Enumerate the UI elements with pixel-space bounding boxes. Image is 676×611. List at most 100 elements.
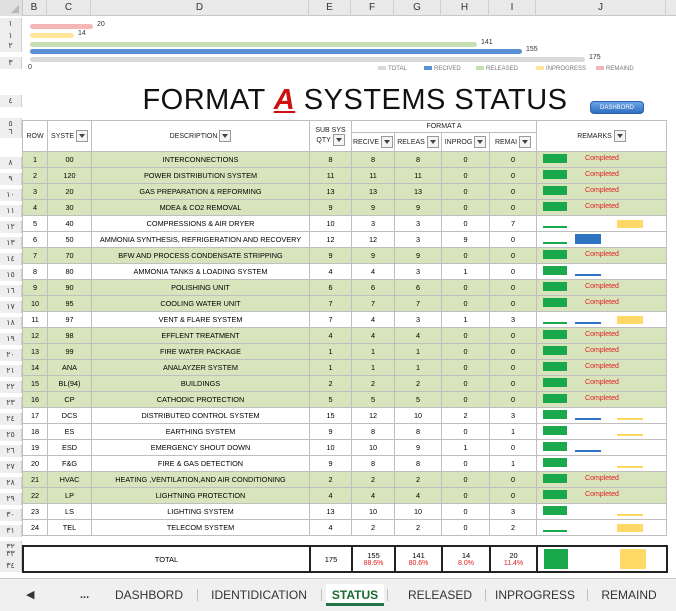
cell-released[interactable]: 9 xyxy=(394,247,442,264)
cell-inprogress[interactable]: 0 xyxy=(441,167,490,184)
cell-remain[interactable]: 1 xyxy=(488,455,538,472)
cell-system[interactable]: 97 xyxy=(47,311,92,328)
row-number[interactable]: ٣١ xyxy=(0,525,22,537)
cell-remarks[interactable] xyxy=(536,215,668,232)
cell-qty[interactable]: 8 xyxy=(309,151,352,168)
cell-description[interactable]: BFW AND PROCESS CONDENSATE STRIPPING xyxy=(91,247,310,264)
cell-remarks[interactable]: Completed xyxy=(536,359,668,376)
cell-remarks[interactable] xyxy=(536,263,668,280)
cell-description[interactable]: INTERCONNECTIONS xyxy=(91,151,310,168)
cell-inprogress[interactable]: 1 xyxy=(441,263,490,280)
cell-system[interactable]: LP xyxy=(47,487,92,504)
cell-remarks[interactable] xyxy=(536,423,668,440)
cell-released[interactable]: 8 xyxy=(394,151,442,168)
cell-remain[interactable]: 0 xyxy=(488,167,538,184)
cell-remarks[interactable]: Completed xyxy=(536,343,668,360)
cell-row[interactable]: 13 xyxy=(22,343,48,360)
cell-received[interactable]: 13 xyxy=(351,183,395,200)
column-header-i[interactable]: I xyxy=(489,0,536,16)
row-number[interactable]: ٤ xyxy=(0,95,22,107)
cell-received[interactable]: 6 xyxy=(351,279,395,296)
cell-remarks[interactable]: Completed xyxy=(536,199,668,216)
cell-remain[interactable]: 0 xyxy=(488,263,538,280)
row-number[interactable]: ٨ xyxy=(0,157,22,169)
cell-system[interactable]: 95 xyxy=(47,295,92,312)
table-row[interactable]: 20 F&G FIRE & GAS DETECTION 9 8 8 0 1 xyxy=(22,455,668,472)
table-row[interactable]: 15 BL(94) BUILDINGS 2 2 2 0 0 Completed xyxy=(22,375,668,392)
cell-description[interactable]: GAS PREPARATION & REFORMING xyxy=(91,183,310,200)
cell-system[interactable]: 20 xyxy=(47,183,92,200)
cell-inprogress[interactable]: 0 xyxy=(441,279,490,296)
cell-received[interactable]: 1 xyxy=(351,343,395,360)
cell-remarks[interactable]: Completed xyxy=(536,375,668,392)
row-number[interactable]: ٢٩ xyxy=(0,493,22,505)
cell-qty[interactable]: 4 xyxy=(309,263,352,280)
cell-remain[interactable]: 0 xyxy=(488,247,538,264)
row-number[interactable]: ٢٥ xyxy=(0,429,22,441)
cell-description[interactable]: HEATING ,VENTILATION,AND AIR CONDITIONIN… xyxy=(91,471,310,488)
row-number[interactable]: ١١ xyxy=(0,205,22,217)
cell-remarks[interactable]: Completed xyxy=(536,247,668,264)
cell-remain[interactable]: 0 xyxy=(488,359,538,376)
table-row[interactable]: 17 DCS DISTRIBUTED CONTROL SYSTEM 15 12 10 2 3 xyxy=(22,407,668,424)
cell-description[interactable]: EARTHING SYSTEM xyxy=(91,423,310,440)
table-row[interactable]: 13 99 FIRE WATER PACKAGE 1 1 1 0 0 Completed xyxy=(22,343,668,360)
cell-qty[interactable]: 2 xyxy=(309,471,352,488)
cell-system[interactable]: F&G xyxy=(47,455,92,472)
cell-qty[interactable]: 10 xyxy=(309,439,352,456)
cell-row[interactable]: 2 xyxy=(22,167,48,184)
cell-system[interactable]: DCS xyxy=(47,407,92,424)
filter-dropdown-icon[interactable] xyxy=(381,136,393,148)
cell-row[interactable]: 24 xyxy=(22,519,48,536)
table-row[interactable]: 5 40 COMPRESSIONS & AIR DRYER 10 3 3 0 7 xyxy=(22,215,668,232)
cell-released[interactable]: 1 xyxy=(394,343,442,360)
cell-description[interactable]: LIGHTNING PROTECTION xyxy=(91,487,310,504)
cell-received[interactable]: 2 xyxy=(351,519,395,536)
cell-qty[interactable]: 9 xyxy=(309,423,352,440)
cell-row[interactable]: 7 xyxy=(22,247,48,264)
cell-qty[interactable]: 9 xyxy=(309,199,352,216)
cell-qty[interactable]: 9 xyxy=(309,455,352,472)
cell-system[interactable]: 50 xyxy=(47,231,92,248)
cell-remain[interactable]: 2 xyxy=(488,519,538,536)
row-number[interactable]: ٢٦ xyxy=(0,445,22,457)
cell-received[interactable]: 1 xyxy=(351,359,395,376)
cell-row[interactable]: 5 xyxy=(22,215,48,232)
cell-received[interactable]: 5 xyxy=(351,391,395,408)
row-number[interactable]: ٢١ xyxy=(0,365,22,377)
cell-row[interactable]: 17 xyxy=(22,407,48,424)
cell-inprogress[interactable]: 1 xyxy=(441,311,490,328)
cell-row[interactable]: 11 xyxy=(22,311,48,328)
cell-remarks[interactable]: Completed xyxy=(536,471,668,488)
cell-system[interactable]: ES xyxy=(47,423,92,440)
filter-dropdown-icon[interactable] xyxy=(474,136,487,148)
cell-description[interactable]: POWER DISTRIBUTION SYSTEM xyxy=(91,167,310,184)
cell-remain[interactable]: 0 xyxy=(488,295,538,312)
cell-received[interactable]: 4 xyxy=(351,487,395,504)
row-number[interactable]: ١٦ xyxy=(0,285,22,297)
cell-remain[interactable]: 0 xyxy=(488,471,538,488)
cell-remain[interactable]: 0 xyxy=(488,439,538,456)
row-number[interactable]: ٣٤ xyxy=(0,560,22,572)
row-number[interactable]: ٢ xyxy=(0,40,22,52)
cell-released[interactable]: 10 xyxy=(394,407,442,424)
cell-remain[interactable]: 3 xyxy=(488,311,538,328)
tab-scroll-left-icon[interactable]: ◀ xyxy=(26,584,34,606)
cell-released[interactable]: 3 xyxy=(394,231,442,248)
cell-qty[interactable]: 7 xyxy=(309,295,352,312)
cell-description[interactable]: VENT & FLARE SYSTEM xyxy=(91,311,310,328)
cell-qty[interactable]: 4 xyxy=(309,327,352,344)
cell-system[interactable]: 98 xyxy=(47,327,92,344)
cell-qty[interactable]: 1 xyxy=(309,359,352,376)
cell-remarks[interactable]: Completed xyxy=(536,279,668,296)
cell-inprogress[interactable]: 0 xyxy=(441,343,490,360)
row-number[interactable]: ٦ xyxy=(0,126,22,138)
cell-received[interactable]: 10 xyxy=(351,439,395,456)
cell-released[interactable]: 3 xyxy=(394,311,442,328)
cell-row[interactable]: 14 xyxy=(22,359,48,376)
column-header-e[interactable]: E xyxy=(309,0,351,16)
cell-inprogress[interactable]: 0 xyxy=(441,183,490,200)
filter-dropdown-icon[interactable] xyxy=(426,136,439,148)
table-row[interactable]: 24 TEL TELECOM SYSTEM 4 2 2 0 2 xyxy=(22,519,668,536)
cell-row[interactable]: 1 xyxy=(22,151,48,168)
